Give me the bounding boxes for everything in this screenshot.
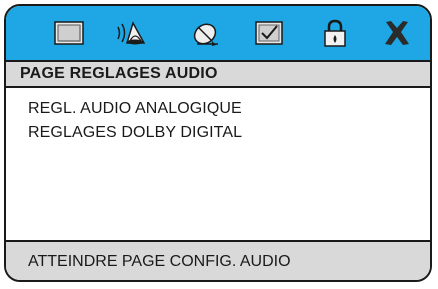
status-text: ATTEINDRE PAGE CONFIG. AUDIO — [28, 253, 291, 270]
menu-item-analog-audio[interactable]: REGL. AUDIO ANALOGIQUE — [28, 100, 242, 118]
audio-speaker-icon[interactable] — [114, 17, 148, 49]
status-bar: ATTEINDRE PAGE CONFIG. AUDIO — [6, 240, 430, 280]
screen-icon[interactable] — [52, 17, 86, 49]
satellite-dish-icon[interactable] — [188, 17, 222, 49]
icon-toolbar — [6, 6, 430, 62]
setup-menu: PAGE REGLAGES AUDIO REGL. AUDIO ANALOGIQ… — [4, 4, 432, 282]
checklist-icon[interactable] — [252, 17, 286, 49]
menu-item-dolby-digital[interactable]: REGLAGES DOLBY DIGITAL — [28, 124, 242, 142]
page-title: PAGE REGLAGES AUDIO — [20, 65, 218, 82]
lock-icon[interactable] — [318, 17, 352, 49]
menu-list: REGL. AUDIO ANALOGIQUE REGLAGES DOLBY DI… — [6, 88, 430, 240]
close-icon[interactable] — [380, 17, 414, 49]
page-title-bar: PAGE REGLAGES AUDIO — [6, 62, 430, 88]
